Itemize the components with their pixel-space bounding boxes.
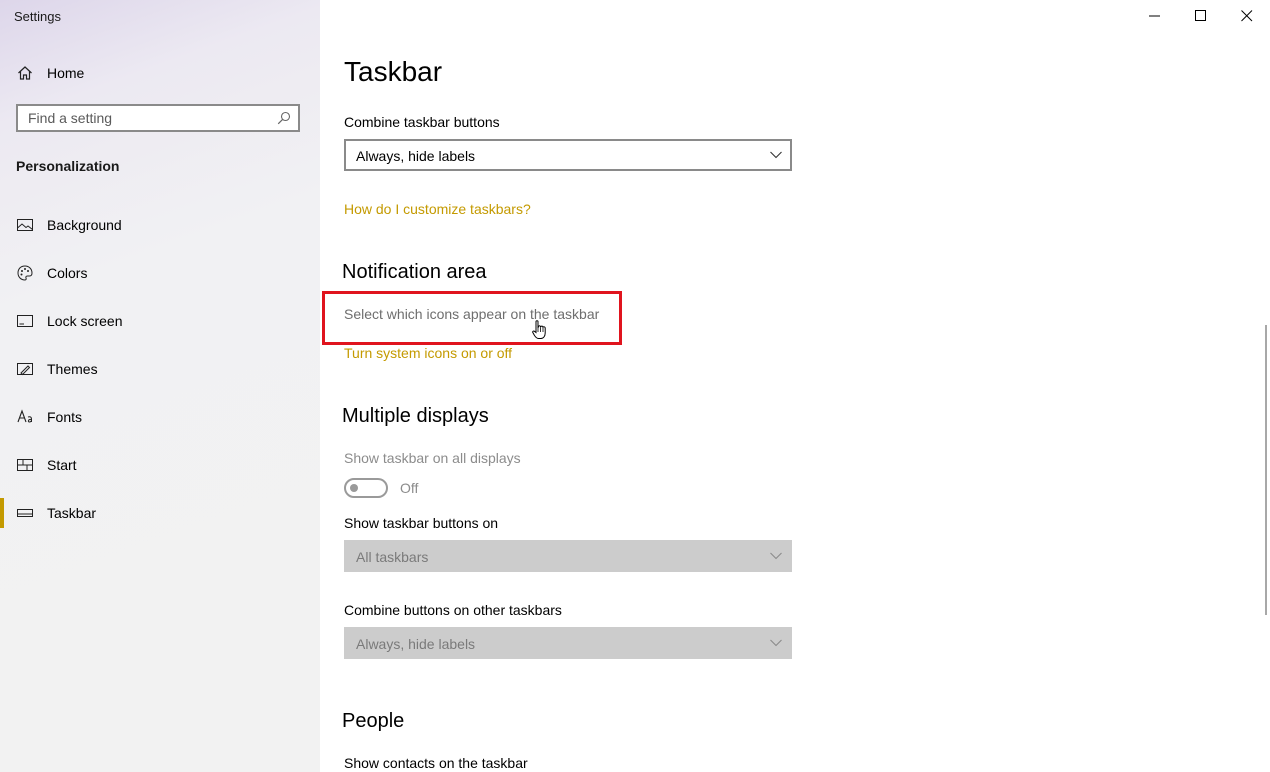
fonts-icon (17, 409, 32, 423)
sidebar-item-label: Colors (47, 265, 88, 281)
close-button[interactable] (1224, 0, 1270, 32)
people-heading: People (342, 710, 405, 732)
lock-screen-icon (17, 315, 33, 327)
combine-label: Combine taskbar buttons (344, 114, 500, 130)
buttons-on-value: All taskbars (356, 549, 429, 565)
home-label: Home (47, 65, 85, 81)
page-title: Taskbar (344, 56, 443, 87)
sidebar-item-label: Lock screen (47, 313, 123, 329)
sidebar-item-start[interactable]: Start (0, 450, 320, 480)
combine-value: Always, hide labels (356, 148, 476, 164)
sidebar-item-label: Fonts (47, 409, 83, 425)
palette-icon (17, 265, 33, 281)
search-icon[interactable] (277, 111, 291, 125)
chevron-down-icon (770, 552, 782, 560)
maximize-button[interactable] (1178, 0, 1224, 32)
system-icons-link[interactable]: Turn system icons on or off (344, 345, 512, 361)
combine-other-select[interactable]: Always, hide labels (344, 627, 792, 659)
start-icon (17, 459, 33, 471)
sidebar-item-taskbar[interactable]: Taskbar (0, 498, 320, 528)
app-title: Settings (14, 9, 61, 24)
minimize-button[interactable] (1132, 0, 1178, 32)
search-box[interactable] (16, 104, 300, 132)
sidebar-item-label: Start (47, 457, 77, 473)
section-label: Personalization (16, 158, 120, 174)
buttons-on-label: Show taskbar buttons on (344, 515, 499, 531)
sidebar-item-label: Background (47, 217, 122, 233)
sidebar-item-lock-screen[interactable]: Lock screen (0, 306, 320, 336)
show-all-displays-toggle[interactable] (344, 478, 388, 498)
toggle-knob (350, 484, 358, 492)
sidebar: Settings Home Personalization Background… (0, 0, 320, 772)
combine-other-label: Combine buttons on other taskbars (344, 602, 562, 618)
sidebar-item-themes[interactable]: Themes (0, 354, 320, 384)
toggle-state-label: Off (400, 480, 419, 496)
main-content: Taskbar Combine taskbar buttons Always, … (320, 0, 1270, 772)
notification-area-heading: Notification area (342, 261, 487, 283)
combine-other-value: Always, hide labels (356, 636, 476, 652)
contacts-label: Show contacts on the taskbar (344, 755, 528, 771)
chevron-down-icon (770, 639, 782, 647)
customize-taskbars-link[interactable]: How do I customize taskbars? (344, 201, 531, 217)
taskbar-icon (17, 509, 33, 517)
minimize-icon (1149, 15, 1160, 17)
combine-select[interactable]: Always, hide labels (344, 139, 792, 171)
active-indicator (0, 498, 4, 528)
hand-cursor-icon (532, 320, 546, 339)
sidebar-item-background[interactable]: Background (0, 210, 320, 240)
themes-icon (17, 363, 33, 376)
picture-icon (17, 219, 33, 231)
scrollbar[interactable] (1265, 325, 1267, 615)
sidebar-item-label: Themes (47, 361, 98, 377)
sidebar-item-fonts[interactable]: Fonts (0, 402, 320, 432)
maximize-icon (1195, 10, 1206, 21)
select-icons-link[interactable]: Select which icons appear on the taskbar (344, 306, 599, 322)
multiple-displays-heading: Multiple displays (342, 405, 489, 427)
buttons-on-select[interactable]: All taskbars (344, 540, 792, 572)
close-icon (1241, 10, 1253, 22)
home-nav-item[interactable]: Home (0, 56, 320, 90)
home-icon (18, 66, 32, 80)
chevron-down-icon (770, 151, 782, 159)
search-input[interactable] (18, 106, 278, 130)
show-all-displays-label: Show taskbar on all displays (344, 450, 521, 466)
sidebar-item-colors[interactable]: Colors (0, 258, 320, 288)
sidebar-item-label: Taskbar (47, 505, 97, 521)
